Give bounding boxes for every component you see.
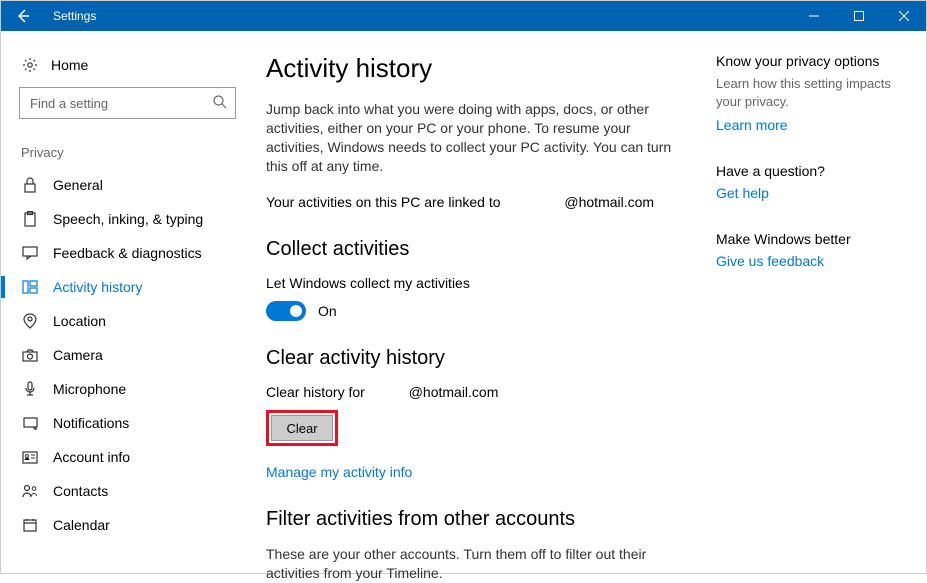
sidebar-item-label: Calendar [53, 517, 110, 533]
sidebar-item-camera[interactable]: Camera [1, 338, 254, 372]
gear-icon [21, 57, 39, 73]
sidebar-item-account-info[interactable]: Account info [1, 440, 254, 474]
right-panel: Know your privacy options Learn how this… [716, 53, 896, 553]
linked-account-row: Your activities on this PC are linked to… [266, 194, 686, 210]
contacts-icon [21, 484, 39, 498]
collect-toggle-row: On [266, 301, 686, 321]
back-button[interactable] [1, 1, 45, 31]
sidebar-item-calendar[interactable]: Calendar [1, 508, 254, 542]
home-button[interactable]: Home [1, 51, 254, 87]
clear-for-account: @hotmail.com [409, 384, 499, 400]
feedback-icon [21, 246, 39, 260]
sidebar-item-general[interactable]: General [1, 168, 254, 202]
account-icon [21, 451, 39, 464]
group-header-privacy: Privacy [1, 137, 254, 168]
arrow-left-icon [15, 8, 31, 24]
close-button[interactable] [881, 1, 926, 31]
clear-section-title: Clear activity history [266, 347, 686, 370]
toggle-knob [290, 305, 302, 317]
clear-button-highlight: Clear [266, 410, 338, 446]
sidebar-item-notifications[interactable]: Notifications [1, 406, 254, 440]
sidebar-item-label: Activity history [53, 279, 142, 295]
maximize-button[interactable] [836, 1, 881, 31]
toggle-state-text: On [318, 303, 337, 319]
collect-toggle-label: Let Windows collect my activities [266, 275, 686, 291]
maximize-icon [854, 11, 864, 21]
learn-more-link[interactable]: Learn more [716, 117, 896, 133]
sidebar-item-label: Speech, inking, & typing [53, 211, 203, 227]
sidebar-item-activity-history[interactable]: Activity history [1, 270, 254, 304]
clear-for-row: Clear history for @hotmail.com [266, 384, 686, 400]
sidebar-item-label: Notifications [53, 415, 129, 431]
main-center: Activity history Jump back into what you… [266, 53, 686, 553]
location-icon [21, 313, 39, 329]
sidebar-item-label: Microphone [53, 381, 126, 397]
window-controls [791, 1, 926, 31]
question-heading: Have a question? [716, 163, 896, 179]
activity-icon [21, 280, 39, 294]
minimize-icon [809, 11, 819, 21]
titlebar: Settings [1, 1, 926, 31]
clipboard-icon [21, 211, 39, 227]
privacy-options-heading: Know your privacy options [716, 53, 896, 69]
sidebar-item-label: Camera [53, 347, 103, 363]
home-label: Home [51, 57, 88, 73]
calendar-icon [21, 518, 39, 532]
lock-icon [21, 177, 39, 193]
sidebar: Home Privacy General Speech, inking, & t… [1, 31, 254, 573]
filter-section-title: Filter activities from other accounts [266, 508, 686, 531]
window-title: Settings [53, 9, 96, 23]
minimize-button[interactable] [791, 1, 836, 31]
notifications-icon [21, 417, 39, 430]
get-help-link[interactable]: Get help [716, 185, 896, 201]
microphone-icon [21, 381, 39, 397]
content: Home Privacy General Speech, inking, & t… [1, 31, 926, 573]
search-box [19, 87, 236, 119]
privacy-options-sub: Learn how this setting impacts your priv… [716, 75, 896, 111]
sidebar-item-microphone[interactable]: Microphone [1, 372, 254, 406]
camera-icon [21, 349, 39, 362]
search-input[interactable] [19, 87, 236, 119]
sidebar-item-location[interactable]: Location [1, 304, 254, 338]
sidebar-item-speech[interactable]: Speech, inking, & typing [1, 202, 254, 236]
sidebar-item-label: Location [53, 313, 106, 329]
collect-toggle[interactable] [266, 301, 306, 321]
sidebar-item-label: Account info [53, 449, 130, 465]
sidebar-item-feedback[interactable]: Feedback & diagnostics [1, 236, 254, 270]
page-description: Jump back into what you were doing with … [266, 100, 686, 176]
linked-account: @hotmail.com [564, 194, 654, 210]
clear-button[interactable]: Clear [271, 415, 333, 441]
search-wrap [1, 87, 254, 137]
page-title: Activity history [266, 53, 686, 84]
collect-section-title: Collect activities [266, 238, 686, 261]
sidebar-item-label: Feedback & diagnostics [53, 245, 202, 261]
feedback-link[interactable]: Give us feedback [716, 253, 896, 269]
clear-for-label: Clear history for [266, 384, 365, 400]
make-better-heading: Make Windows better [716, 231, 896, 247]
close-icon [899, 11, 909, 21]
sidebar-item-label: Contacts [53, 483, 108, 499]
manage-activity-link[interactable]: Manage my activity info [266, 464, 686, 480]
sidebar-item-label: General [53, 177, 103, 193]
filter-description: These are your other accounts. Turn them… [266, 545, 686, 583]
main: Activity history Jump back into what you… [254, 31, 926, 573]
linked-text: Your activities on this PC are linked to [266, 194, 501, 210]
search-icon [212, 94, 228, 110]
sidebar-item-contacts[interactable]: Contacts [1, 474, 254, 508]
